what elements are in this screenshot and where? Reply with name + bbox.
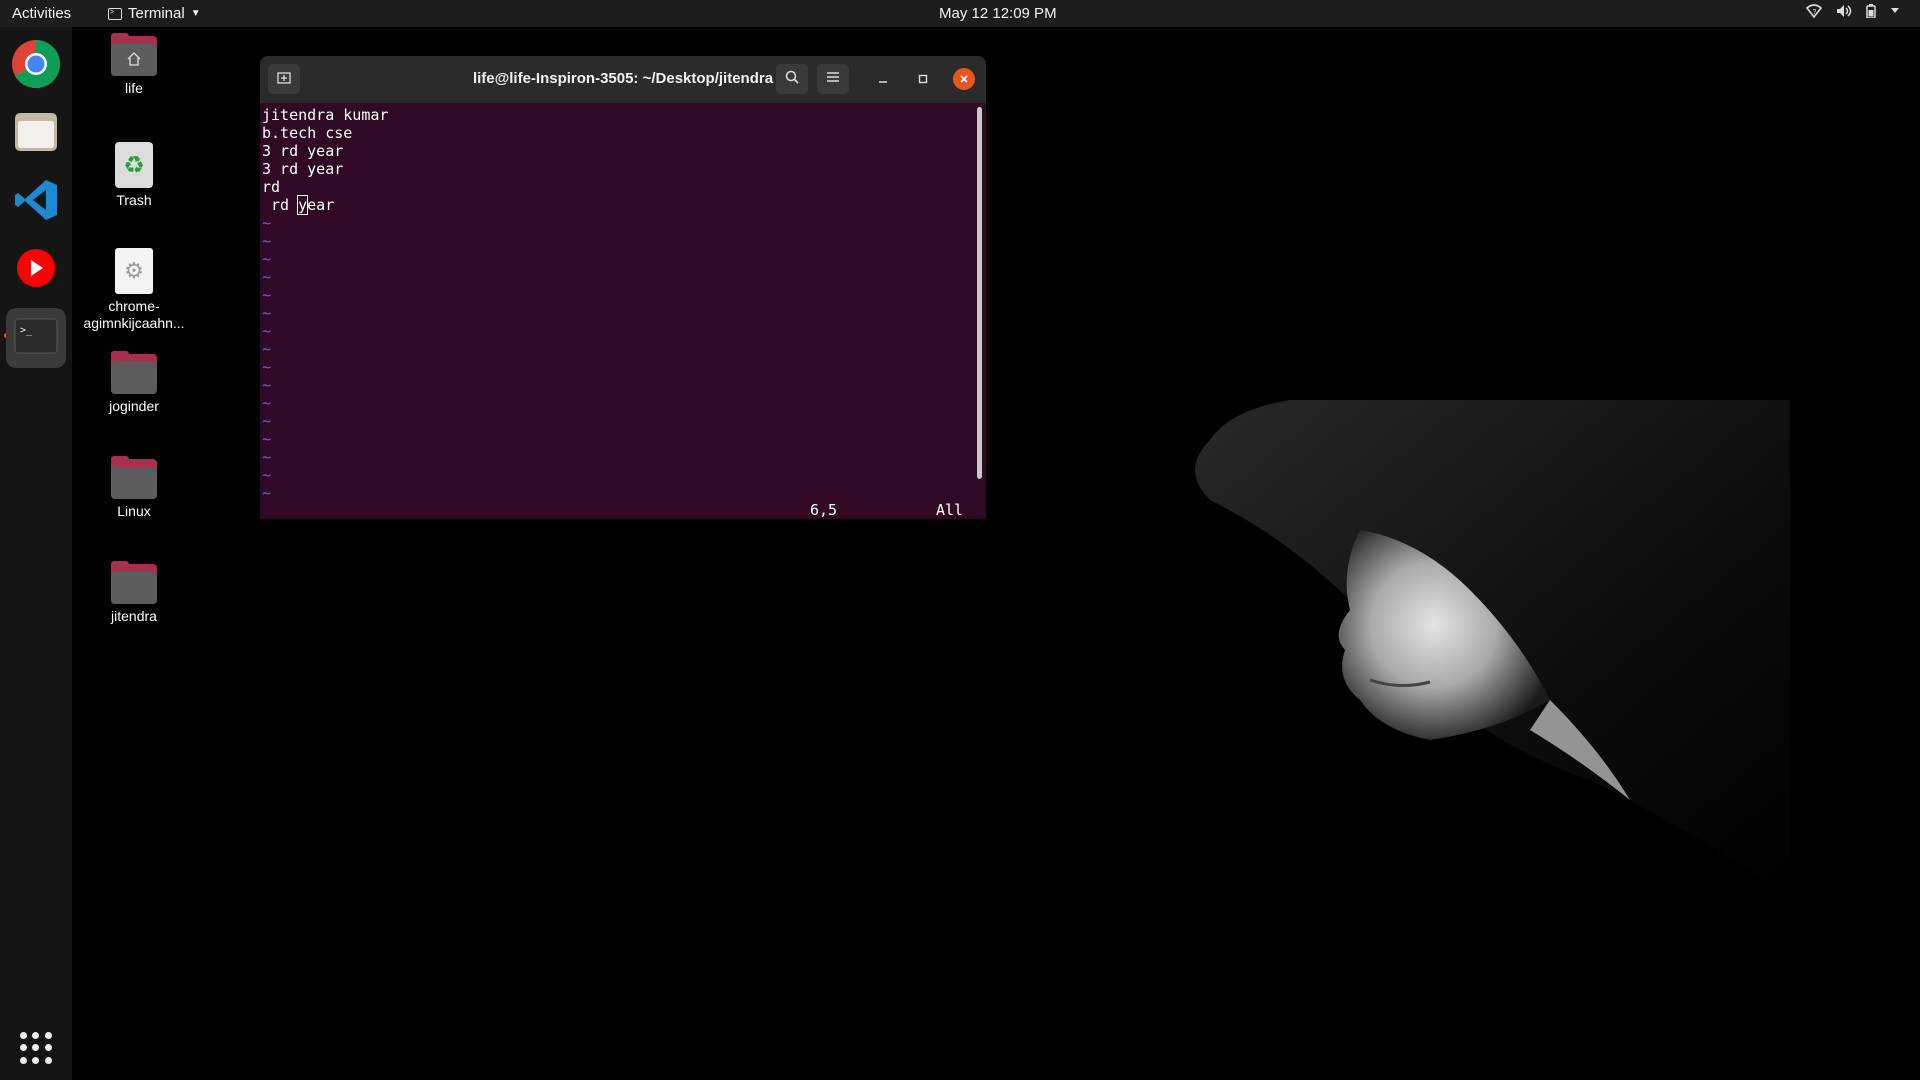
grid-dot <box>20 1044 27 1052</box>
terminal-small-icon: > <box>108 7 122 20</box>
svg-text:?: ? <box>1813 9 1817 16</box>
editor-line: jitendra kumar <box>262 106 389 124</box>
editor-line: rd <box>262 178 281 196</box>
empty-line-tilde: ~ <box>262 268 272 286</box>
terminal-icon: >_ <box>14 318 58 359</box>
desktop-icon-linux[interactable]: Linux <box>74 456 194 520</box>
empty-line-tilde: ~ <box>262 304 272 322</box>
wifi-icon: ? <box>1806 4 1822 18</box>
grid-dot <box>20 1056 27 1064</box>
youtube-launcher[interactable] <box>6 240 66 300</box>
grid-dot <box>32 1056 40 1064</box>
empty-line-tilde: ~ <box>262 448 272 466</box>
search-icon <box>785 70 799 89</box>
scroll-indicator: All <box>936 501 964 519</box>
desktop-icon-trash[interactable]: ♻ Trash <box>74 142 194 209</box>
grid-dot <box>44 1032 52 1039</box>
grid-dot <box>32 1032 40 1039</box>
text-cursor: y <box>297 195 309 215</box>
empty-line-tilde: ~ <box>262 232 272 250</box>
editor-line: b.tech cse <box>262 124 353 142</box>
empty-line-tilde: ~ <box>262 484 272 502</box>
show-applications-button[interactable] <box>20 1032 52 1064</box>
scrollbar[interactable] <box>977 107 982 479</box>
desktop-icon-label: joginder <box>109 398 159 414</box>
empty-line-tilde: ~ <box>262 376 272 394</box>
minimize-icon <box>878 71 888 87</box>
activities-button[interactable]: Activities <box>12 5 71 22</box>
power-menu-caret-icon <box>1890 7 1900 15</box>
grid-dot <box>20 1032 27 1039</box>
text-after-cursor: ear <box>307 196 335 214</box>
terminal-content[interactable]: jitendra kumar b.tech cse 3 rd year 3 rd… <box>260 103 986 519</box>
empty-line-tilde: ~ <box>262 214 272 232</box>
maximize-icon <box>918 71 928 87</box>
grid-dot <box>32 1044 40 1052</box>
desktop-icon-label: life <box>125 80 143 96</box>
vscode-launcher[interactable] <box>6 172 66 232</box>
empty-line-tilde: ~ <box>262 412 272 430</box>
chrome-launcher[interactable] <box>6 36 66 96</box>
empty-line-tilde: ~ <box>262 394 272 412</box>
empty-line-tilde: ~ <box>262 466 272 484</box>
app-menu[interactable]: > Terminal ▼ <box>108 5 201 22</box>
empty-line-tilde: ~ <box>262 430 272 448</box>
wallpaper-hooded-face <box>1195 400 1790 900</box>
close-button[interactable] <box>953 68 975 90</box>
terminal-launcher[interactable]: >_ <box>6 308 66 368</box>
editor-line-cursor: rd year <box>262 195 335 215</box>
folder-icon <box>111 456 157 499</box>
text-before-cursor: rd <box>262 196 299 214</box>
home-folder-icon <box>111 33 157 76</box>
empty-line-tilde: ~ <box>262 358 272 376</box>
battery-icon <box>1866 4 1876 18</box>
clock[interactable]: May 12 12:09 PM <box>939 5 1057 22</box>
desktop-icon-label: chrome- agimnkijcaahn... <box>83 298 185 331</box>
desktop-icon-jitendra[interactable]: jitendra <box>74 561 194 625</box>
caret-down-icon: ▼ <box>190 8 201 19</box>
terminal-window[interactable]: life@life-Inspiron-3505: ~/Desktop/jiten… <box>260 56 986 519</box>
files-icon <box>13 109 59 160</box>
close-icon <box>959 71 969 87</box>
desktop-icon-label: jitendra <box>111 608 157 624</box>
empty-line-tilde: ~ <box>262 340 272 358</box>
folder-icon <box>111 561 157 604</box>
files-launcher[interactable] <box>6 104 66 164</box>
grid-dot <box>44 1056 52 1064</box>
app-menu-label: Terminal <box>128 5 185 22</box>
editor-line: 3 rd year <box>262 142 344 160</box>
hamburger-menu-button[interactable] <box>817 64 849 94</box>
desktop-icon-label: Trash <box>116 192 152 208</box>
search-button[interactable] <box>776 64 808 94</box>
svg-text:>_: >_ <box>20 325 33 336</box>
vscode-icon <box>13 177 59 228</box>
desktop-icon-label: Linux <box>117 503 151 519</box>
hamburger-icon <box>826 70 840 88</box>
trash-icon: ♻ <box>115 142 153 188</box>
desktop-icon-joginder[interactable]: joginder <box>74 351 194 415</box>
minimize-button[interactable] <box>872 68 894 90</box>
editor-line: 3 rd year <box>262 160 344 178</box>
folder-icon <box>111 351 157 394</box>
youtube-icon <box>12 248 60 293</box>
system-tray[interactable]: ? <box>1806 4 1900 18</box>
empty-line-tilde: ~ <box>262 286 272 304</box>
top-bar: Activities > Terminal ▼ May 12 12:09 PM … <box>0 0 1920 27</box>
cursor-position: 6,5 <box>810 501 838 519</box>
gear-icon: ⚙ <box>115 248 153 294</box>
empty-line-tilde: ~ <box>262 250 272 268</box>
maximize-button[interactable] <box>912 68 934 90</box>
volume-icon <box>1836 4 1852 18</box>
grid-dot <box>44 1044 52 1052</box>
terminal-titlebar[interactable]: life@life-Inspiron-3505: ~/Desktop/jiten… <box>260 56 986 103</box>
chrome-icon <box>11 39 61 94</box>
desktop-icon-life[interactable]: life <box>74 33 194 97</box>
empty-line-tilde: ~ <box>262 322 272 340</box>
desktop-icon-chrome-app[interactable]: ⚙ chrome- agimnkijcaahn... <box>74 248 194 332</box>
dock: >_ <box>0 27 72 1080</box>
